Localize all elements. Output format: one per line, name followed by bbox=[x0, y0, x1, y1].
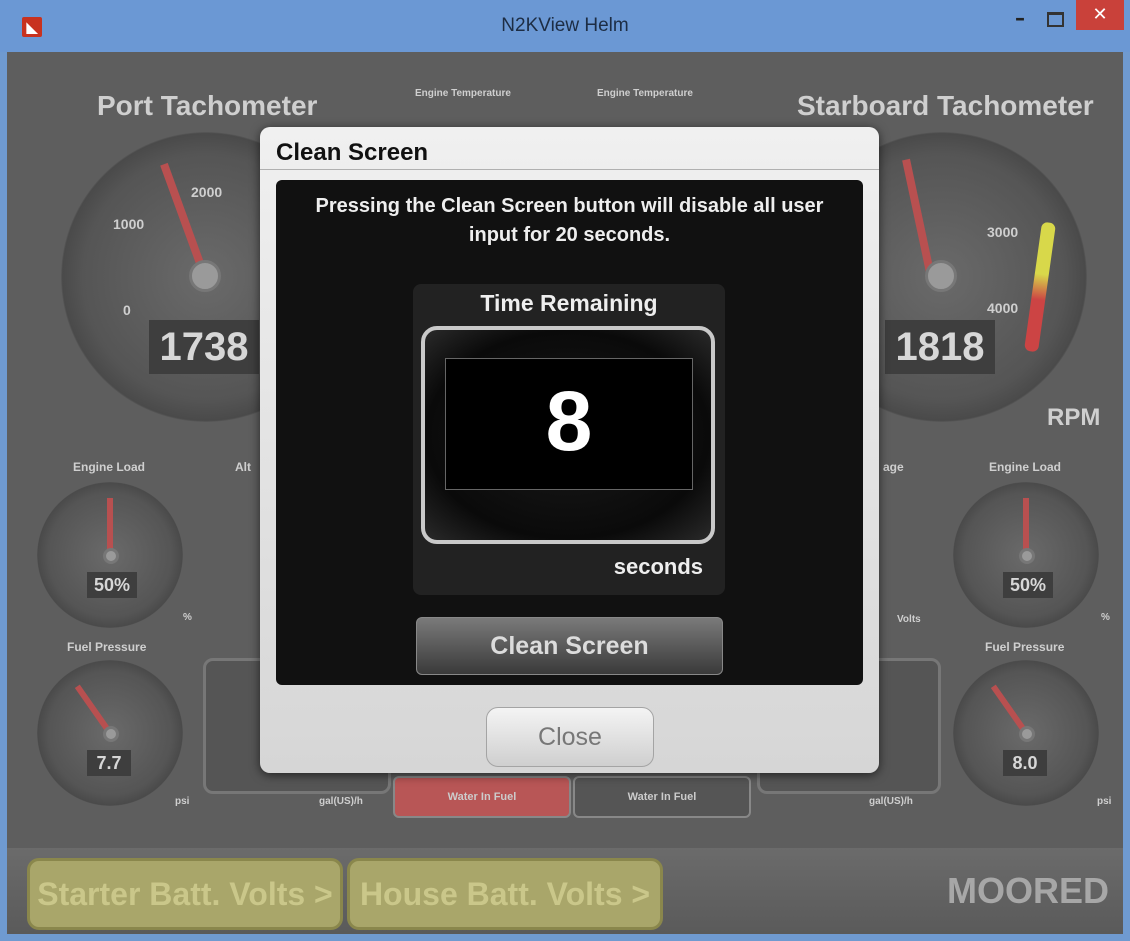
left-fuel-hub bbox=[103, 726, 119, 742]
right-fuel-hub bbox=[1019, 726, 1035, 742]
left-fuel-rate-unit: gal(US)/h bbox=[319, 796, 363, 807]
right-engine-load-gauge bbox=[953, 482, 1099, 628]
right-engine-load-readout: 50% bbox=[1003, 572, 1053, 598]
starboard-tach-hub bbox=[925, 260, 957, 292]
close-icon[interactable]: ✕ bbox=[1076, 0, 1124, 30]
left-psi-unit: psi bbox=[175, 796, 190, 807]
right-engine-load-label: Engine Load bbox=[989, 460, 1061, 474]
starboard-tick-3000: 3000 bbox=[987, 224, 1019, 240]
timer-label: Time Remaining bbox=[480, 290, 658, 316]
port-rpm-readout: 1738 bbox=[149, 320, 259, 374]
timer-unit: seconds bbox=[613, 554, 703, 579]
starboard-tick-4000: 4000 bbox=[987, 300, 1019, 316]
starboard-redline-arc bbox=[1024, 221, 1056, 353]
close-button[interactable]: Close bbox=[486, 707, 654, 767]
rpm-unit: RPM bbox=[1047, 404, 1101, 431]
dialog-divider bbox=[260, 169, 879, 170]
vessel-status: MOORED bbox=[947, 870, 1109, 911]
volts-unit: Volts bbox=[897, 614, 921, 625]
right-load-needle bbox=[1023, 498, 1029, 555]
right-load-hub bbox=[1019, 548, 1035, 564]
timer-value: 8 bbox=[545, 374, 593, 468]
left-fuel-pressure-gauge bbox=[37, 660, 183, 806]
port-tick-2000: 2000 bbox=[191, 184, 223, 200]
port-tick-1000: 1000 bbox=[113, 216, 145, 232]
window-title: N2KView Helm bbox=[501, 15, 629, 36]
right-load-unit: % bbox=[1101, 612, 1110, 623]
starboard-tach-needle bbox=[902, 158, 935, 278]
timer-box: Time Remaining 8 seconds bbox=[413, 284, 725, 595]
water-in-fuel-alarm-port[interactable]: Water In Fuel bbox=[393, 776, 571, 818]
dialog-message: Pressing the Clean Screen button will di… bbox=[315, 195, 824, 246]
left-load-needle bbox=[107, 498, 113, 555]
voltage-label: age bbox=[883, 460, 904, 474]
left-fuel-pressure-readout: 7.7 bbox=[87, 750, 131, 776]
maximize-icon[interactable] bbox=[1037, 6, 1071, 36]
dialog-panel: Pressing the Clean Screen button will di… bbox=[276, 180, 863, 685]
port-tach-hub bbox=[189, 260, 221, 292]
timer-frame: 8 bbox=[421, 326, 715, 544]
right-fuel-pressure-gauge bbox=[953, 660, 1099, 806]
dialog-title: Clean Screen bbox=[276, 139, 429, 166]
port-tick-0: 0 bbox=[123, 302, 131, 318]
left-load-unit: % bbox=[183, 612, 192, 623]
left-engine-load-readout: 50% bbox=[87, 572, 137, 598]
engine-temp-label-1: Engine Temperature bbox=[415, 88, 511, 99]
left-engine-load-label: Engine Load bbox=[73, 460, 145, 474]
water-in-fuel-alarm-starboard[interactable]: Water In Fuel bbox=[573, 776, 751, 818]
minimize-icon[interactable]: – bbox=[1003, 6, 1037, 36]
right-fuel-pressure-readout: 8.0 bbox=[1003, 750, 1047, 776]
left-load-hub bbox=[103, 548, 119, 564]
right-fuel-rate-unit: gal(US)/h bbox=[869, 796, 913, 807]
alt-label: Alt bbox=[235, 460, 251, 474]
starter-batt-volts-button[interactable]: Starter Batt. Volts > bbox=[27, 858, 343, 930]
right-psi-unit: psi bbox=[1097, 796, 1112, 807]
right-fuel-pressure-label: Fuel Pressure bbox=[985, 640, 1065, 654]
clean-screen-dialog: Clean Screen Pressing the Clean Screen b… bbox=[260, 127, 879, 773]
engine-temp-label-2: Engine Temperature bbox=[597, 88, 693, 99]
app-window: ◣ N2KView Helm – ✕ Port Tachometer 1000 … bbox=[0, 0, 1130, 941]
house-batt-volts-button[interactable]: House Batt. Volts > bbox=[347, 858, 663, 930]
starboard-tach-title: Starboard Tachometer bbox=[797, 90, 1094, 121]
clean-screen-button[interactable]: Clean Screen bbox=[416, 617, 723, 675]
timer-display: 8 bbox=[445, 358, 693, 490]
starboard-rpm-readout: 1818 bbox=[885, 320, 995, 374]
left-fuel-pressure-label: Fuel Pressure bbox=[67, 640, 147, 654]
port-tach-title: Port Tachometer bbox=[97, 90, 318, 121]
left-engine-load-gauge bbox=[37, 482, 183, 628]
title-bar[interactable]: ◣ N2KView Helm – ✕ bbox=[0, 0, 1130, 52]
